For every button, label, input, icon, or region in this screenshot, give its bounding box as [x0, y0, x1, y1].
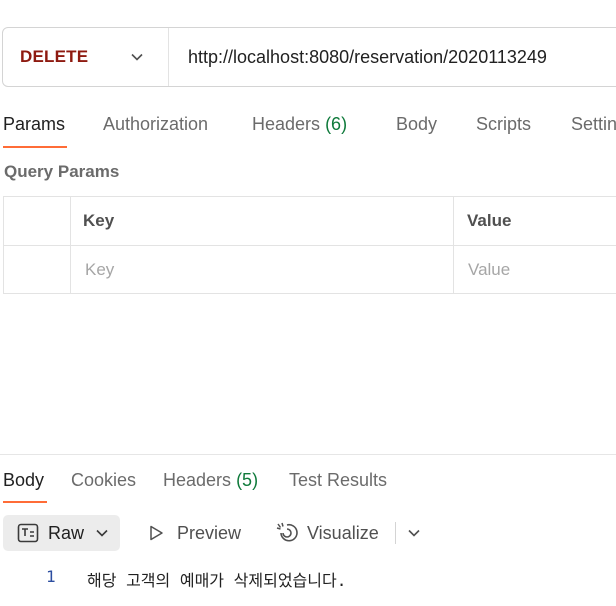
- query-params-table: Key Value Key Value: [3, 196, 616, 294]
- play-icon[interactable]: [148, 525, 164, 541]
- chevron-down-icon[interactable]: [407, 526, 421, 540]
- response-tab-body-label: Body: [3, 470, 45, 490]
- response-tab-test-results[interactable]: Test Results: [289, 470, 387, 491]
- tab-headers-label: Headers: [252, 114, 321, 134]
- tab-body[interactable]: Body: [396, 114, 437, 135]
- tab-scripts[interactable]: Scripts: [476, 114, 531, 135]
- tab-settings-label: Settings: [571, 114, 616, 134]
- response-tab-test-results-label: Test Results: [289, 470, 388, 490]
- chevron-down-icon: [96, 529, 108, 537]
- pane-divider[interactable]: [0, 454, 616, 455]
- preview-button[interactable]: Preview: [177, 523, 241, 544]
- tab-authorization-label: Authorization: [103, 114, 209, 134]
- response-tab-headers-label: Headers: [163, 470, 232, 490]
- active-tab-indicator: [3, 146, 67, 148]
- response-tab-body[interactable]: Body: [3, 470, 44, 491]
- line-number: 1: [46, 567, 56, 586]
- response-body-text[interactable]: 해당 고객의 예매가 삭제되었습니다.: [87, 567, 346, 591]
- tab-body-label: Body: [396, 114, 438, 134]
- chevron-down-icon[interactable]: [130, 50, 144, 64]
- visualize-button[interactable]: Visualize: [307, 523, 379, 544]
- tab-scripts-label: Scripts: [476, 114, 532, 134]
- response-headers-count-badge: (5): [236, 470, 259, 490]
- active-response-tab-indicator: [3, 501, 47, 503]
- param-value-input[interactable]: Value: [468, 260, 510, 280]
- tab-authorization[interactable]: Authorization: [103, 114, 208, 135]
- response-tab-headers[interactable]: Headers (5): [163, 470, 258, 491]
- response-tab-cookies[interactable]: Cookies: [71, 470, 136, 491]
- headers-count-badge: (6): [325, 114, 348, 134]
- raw-format-button[interactable]: Raw: [3, 515, 120, 551]
- visualize-icon[interactable]: [275, 521, 299, 545]
- column-divider: [70, 197, 71, 293]
- response-format-bar: Raw Preview Visualize: [0, 514, 616, 552]
- method-selector[interactable]: DELETE: [3, 28, 169, 86]
- param-key-input[interactable]: Key: [85, 260, 114, 280]
- method-label: DELETE: [20, 47, 89, 66]
- raw-text-icon: [17, 523, 39, 543]
- request-url-bar: DELETE http://localhost:8080/reservation…: [2, 27, 616, 87]
- column-divider: [453, 197, 454, 293]
- table-header-row: Key Value: [4, 197, 616, 246]
- value-column-header: Value: [467, 211, 512, 230]
- request-tabs: Params Authorization Headers (6) Body Sc…: [0, 108, 616, 150]
- response-tab-cookies-label: Cookies: [71, 470, 137, 490]
- tab-headers[interactable]: Headers (6): [252, 114, 347, 135]
- response-tabs: Body Cookies Headers (5) Test Results: [0, 463, 616, 505]
- table-row: Key Value: [4, 246, 616, 295]
- raw-format-label: Raw: [48, 523, 85, 543]
- url-input[interactable]: http://localhost:8080/reservation/202011…: [188, 47, 547, 68]
- response-body-line: 1 해당 고객의 예매가 삭제되었습니다.: [0, 566, 616, 590]
- tab-params-label: Params: [3, 114, 66, 134]
- query-params-title: Query Params: [4, 162, 120, 181]
- format-bar-separator: [395, 522, 396, 544]
- tab-params[interactable]: Params: [3, 114, 65, 135]
- tab-settings[interactable]: Settings: [571, 114, 616, 135]
- key-column-header: Key: [83, 211, 115, 230]
